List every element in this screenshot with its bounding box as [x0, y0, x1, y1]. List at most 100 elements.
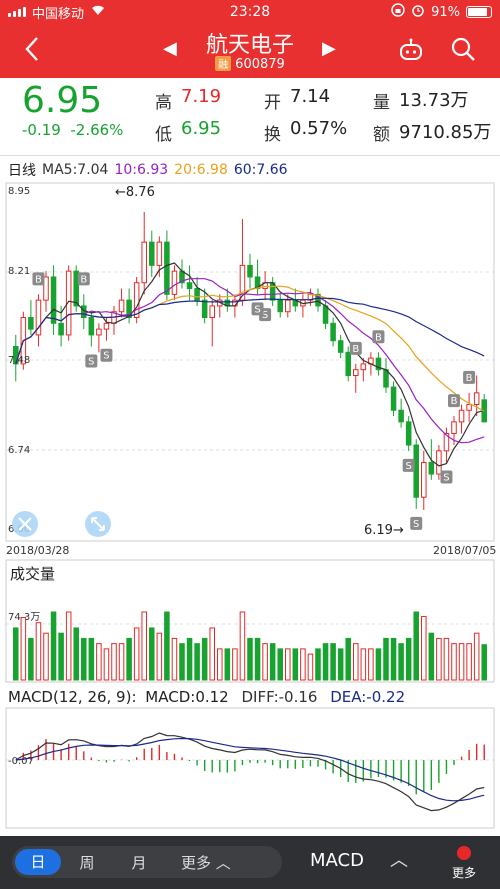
- candle-body: [330, 322, 336, 342]
- indicator-caret-icon[interactable]: ︿: [390, 846, 408, 872]
- volume-bar: [239, 611, 246, 681]
- buy-marker[interactable]: B: [77, 272, 90, 286]
- prev-stock-button[interactable]: ◀: [163, 38, 177, 59]
- volume-bar: [458, 643, 465, 681]
- more-period-button[interactable]: 更多 ︿: [181, 852, 231, 873]
- start-date: 2018/03/28: [6, 544, 69, 557]
- indicator-selector[interactable]: MACD: [310, 850, 364, 871]
- volume-bar: [141, 611, 147, 681]
- candle-body: [28, 317, 34, 330]
- volume-bar: [368, 648, 374, 681]
- volume-bar: [360, 648, 367, 681]
- sell-marker[interactable]: S: [410, 516, 423, 530]
- volume-bar: [292, 648, 299, 681]
- period-week-tab[interactable]: 周: [61, 852, 113, 873]
- more-button[interactable]: 更多: [444, 844, 484, 881]
- period-day-tab[interactable]: 日: [15, 849, 61, 875]
- candle-body: [383, 369, 389, 388]
- carrier-label: 中国移动: [32, 6, 85, 22]
- buy-marker[interactable]: B: [463, 370, 476, 384]
- marker-label: S: [254, 304, 260, 315]
- volume-bar: [345, 637, 351, 681]
- buy-marker[interactable]: B: [372, 330, 385, 344]
- price-axis-3: 7.48: [8, 355, 30, 366]
- candle-body: [156, 241, 163, 266]
- candle-body: [451, 421, 457, 434]
- sell-marker[interactable]: S: [251, 302, 264, 316]
- search-icon[interactable]: [450, 36, 476, 62]
- candle-body: [81, 305, 87, 319]
- candle-body: [103, 322, 110, 330]
- sell-marker[interactable]: S: [85, 354, 98, 368]
- volume-bar: [383, 637, 389, 681]
- macd-legend: MACD(12, 26, 9): MACD:0.12 DIFF:-0.16 DE…: [8, 688, 405, 706]
- quote-panel: 6.95 -0.19 -2.66% 高 7.19 低 6.95 开 7.14 换…: [0, 78, 500, 156]
- candle-body: [421, 461, 427, 498]
- back-button[interactable]: [20, 34, 50, 68]
- open-label: 开: [264, 93, 281, 113]
- volume-bar: [81, 637, 87, 681]
- buy-marker[interactable]: B: [32, 272, 45, 286]
- signal-icon: [8, 7, 26, 17]
- volume-bar: [300, 648, 306, 681]
- candle-body: [458, 409, 465, 423]
- turnover-label: 换: [264, 125, 281, 145]
- change-amount: -0.19: [22, 121, 61, 139]
- kline-chart[interactable]: 8.95 8.21 7.48 6.74 6.00 ←8.76 6.19→ BSS…: [0, 182, 500, 832]
- wifi-icon: [90, 4, 106, 20]
- zoom-in-button[interactable]: [85, 511, 111, 537]
- candle-body: [473, 392, 480, 405]
- candle-body: [277, 299, 283, 313]
- volume-bar: [481, 644, 487, 681]
- buy-marker[interactable]: B: [349, 341, 362, 355]
- buy-marker[interactable]: B: [448, 394, 460, 408]
- marker-label: B: [466, 373, 473, 384]
- volume-bar: [262, 643, 268, 681]
- ma20-line: [15, 285, 485, 412]
- open-value: 7.14: [290, 86, 331, 107]
- volume-bar: [96, 643, 102, 681]
- marker-label: B: [451, 396, 458, 407]
- candle-body: [164, 241, 170, 295]
- turnover-value: 0.57%: [290, 118, 348, 139]
- notification-dot-icon: [457, 846, 471, 860]
- volume-bar: [405, 637, 412, 681]
- amount-value: 9710.85万: [399, 122, 492, 143]
- candle-body: [247, 264, 253, 278]
- volume-bar: [307, 653, 314, 681]
- volume-bar: [413, 611, 419, 681]
- volume-bar: [330, 643, 336, 681]
- volume-bar: [164, 611, 170, 681]
- sell-marker[interactable]: S: [100, 348, 113, 362]
- chart-area[interactable]: 8.95 8.21 7.48 6.74 6.00 ←8.76 6.19→ BSS…: [0, 182, 500, 832]
- sell-marker[interactable]: S: [440, 470, 453, 484]
- price-axis-top: 8.95: [8, 186, 30, 197]
- candle-body: [345, 351, 351, 376]
- chevron-left-icon: [25, 37, 38, 61]
- stock-code: 600879: [235, 57, 285, 72]
- candle-body: [428, 461, 435, 475]
- volume-bar: [428, 632, 435, 681]
- candle-body: [201, 299, 208, 319]
- alarm-icon: [411, 3, 425, 21]
- price-change: -0.19 -2.66%: [22, 121, 123, 139]
- volume-bar: [126, 637, 132, 681]
- volume-bar: [254, 637, 261, 681]
- volume-bar: [209, 627, 215, 681]
- zoom-out-button[interactable]: [12, 511, 38, 537]
- volume-bar: [73, 627, 79, 681]
- marker-label: S: [405, 461, 411, 472]
- marker-label: B: [375, 332, 382, 343]
- sell-marker[interactable]: S: [402, 458, 415, 472]
- next-stock-button[interactable]: ▶: [322, 38, 336, 59]
- bottom-toolbar: 日 周 月 更多 ︿ MACD ︿ 更多: [0, 836, 500, 889]
- volume-bar: [451, 643, 457, 681]
- period-month-tab[interactable]: 月: [113, 852, 165, 873]
- volume-bar: [133, 627, 140, 681]
- candle-body: [96, 328, 102, 336]
- price-axis-4: 6.74: [8, 445, 30, 456]
- volume-bar: [337, 648, 344, 681]
- status-bar: 中国移动 23:28 91%: [0, 0, 500, 24]
- volume-bar: [247, 637, 253, 681]
- robot-assistant-icon[interactable]: [398, 38, 424, 62]
